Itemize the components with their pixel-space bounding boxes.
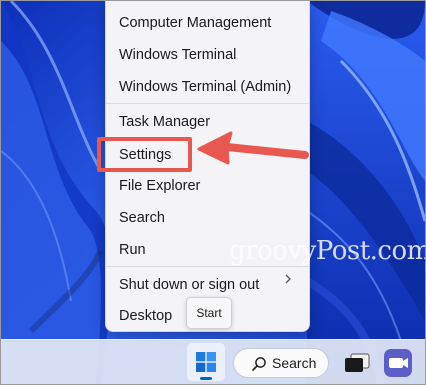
task-view-icon[interactable] — [343, 352, 371, 374]
menu-item-windows-terminal[interactable]: Windows Terminal — [119, 45, 236, 65]
menu-divider — [106, 266, 309, 267]
menu-item-computer-management[interactable]: Computer Management — [119, 13, 271, 33]
teams-chat-icon[interactable] — [384, 349, 412, 377]
chevron-right-icon — [285, 274, 291, 284]
menu-item-run[interactable]: Run — [119, 240, 146, 260]
start-button[interactable] — [187, 343, 225, 381]
search-icon — [252, 357, 266, 371]
red-arrow-annotation — [197, 131, 309, 165]
menu-item-desktop[interactable]: Desktop — [119, 306, 172, 326]
taskbar: Search — [1, 339, 425, 384]
menu-item-shut-down-or-sign-out[interactable]: Shut down or sign out — [119, 275, 259, 295]
start-tooltip: Start — [186, 297, 232, 329]
menu-item-search[interactable]: Search — [119, 208, 165, 228]
watermark: groovyPost.com — [229, 236, 426, 266]
menu-divider — [106, 103, 309, 104]
taskbar-search-box[interactable]: Search — [233, 348, 329, 378]
menu-item-windows-terminal-admin[interactable]: Windows Terminal (Admin) — [119, 77, 291, 97]
search-label: Search — [272, 355, 317, 371]
menu-item-file-explorer[interactable]: File Explorer — [119, 176, 200, 196]
active-indicator — [200, 377, 212, 380]
windows-start-icon — [196, 352, 216, 372]
settings-highlight-box — [97, 137, 192, 172]
screenshot-frame: Computer Management Windows Terminal Win… — [0, 0, 426, 385]
